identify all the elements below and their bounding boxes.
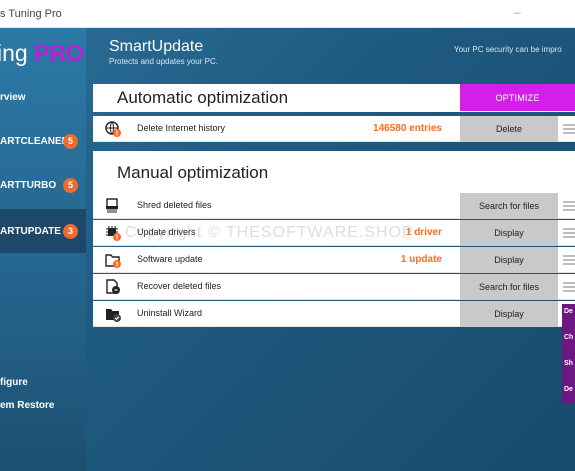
row-menu-icon[interactable] bbox=[563, 124, 575, 134]
section-title: Automatic optimization bbox=[117, 88, 289, 107]
sidebar-item-smartcleaner[interactable]: ARTCLEANER 5 bbox=[0, 119, 86, 163]
display-button[interactable]: Display bbox=[460, 247, 558, 273]
shredder-icon bbox=[106, 198, 118, 213]
security-status-text: Your PC security can be impro bbox=[454, 45, 562, 54]
notification-badge: 5 bbox=[63, 177, 78, 193]
chip-icon bbox=[106, 226, 121, 241]
watermark: Copyright © THESOFTWARE.SHOP bbox=[125, 224, 414, 241]
page-title: SmartUpdate bbox=[109, 38, 204, 55]
row-name: Uninstall Wizard bbox=[137, 308, 203, 318]
uninstall-icon bbox=[106, 309, 121, 322]
sidebar-item-label: rview bbox=[0, 91, 26, 103]
display-button[interactable]: Display bbox=[460, 220, 558, 246]
context-menu-panel: De Ch Sh De bbox=[562, 304, 575, 404]
optimize-button[interactable]: OPTIMIZE bbox=[460, 84, 575, 111]
section-title: Manual optimization bbox=[117, 163, 269, 182]
delete-button[interactable]: Delete bbox=[460, 116, 558, 142]
row-name: Shred deleted files bbox=[137, 200, 212, 210]
folder-icon bbox=[105, 254, 121, 268]
logo-pro: PRO bbox=[34, 40, 84, 66]
row-count: 146580 entries bbox=[373, 123, 442, 134]
globe-icon bbox=[105, 121, 121, 137]
row-menu-icon[interactable] bbox=[563, 282, 575, 292]
sidebar-item-label: ARTTURBO bbox=[0, 179, 57, 191]
sidebar-item-label: ARTUPDATE bbox=[0, 225, 61, 237]
row-menu-icon[interactable] bbox=[563, 201, 575, 211]
row-menu-icon[interactable] bbox=[563, 228, 575, 238]
title-bar: s Tuning Pro – bbox=[0, 0, 575, 28]
optimization-row-software-update: Software update 1 update Display bbox=[93, 247, 575, 273]
row-count: 1 update bbox=[400, 254, 442, 265]
logo-text: ing bbox=[0, 40, 35, 66]
row-name: Software update bbox=[137, 254, 203, 264]
row-name: Delete Internet history bbox=[137, 123, 226, 133]
row-name: Recover deleted files bbox=[137, 281, 222, 291]
app-logo: ing PRO bbox=[0, 40, 84, 67]
search-for-files-button[interactable]: Search for files bbox=[460, 274, 558, 300]
sidebar: ing PRO rview ARTCLEANER 5 ARTTURBO 5 AR… bbox=[0, 28, 86, 471]
manual-optimization-header: Manual optimization bbox=[93, 151, 575, 193]
row-menu-icon[interactable] bbox=[563, 255, 575, 265]
optimization-row-internet-history: Delete Internet history 146580 entries D… bbox=[93, 116, 575, 142]
minimize-button[interactable]: – bbox=[514, 5, 521, 19]
sidebar-item-smartturbo[interactable]: ARTTURBO 5 bbox=[0, 163, 86, 207]
page-subtitle: Protects and updates your PC. bbox=[109, 57, 218, 66]
optimization-row-uninstall: Uninstall Wizard Display bbox=[93, 301, 575, 327]
recover-icon bbox=[106, 279, 120, 294]
optimization-row-shred: Shred deleted files Search for files bbox=[93, 193, 575, 219]
optimization-row-recover: Recover deleted files Search for files bbox=[93, 274, 575, 300]
search-for-files-button[interactable]: Search for files bbox=[460, 193, 558, 219]
notification-badge: 3 bbox=[63, 223, 78, 239]
window-title: s Tuning Pro bbox=[0, 8, 62, 20]
display-button[interactable]: Display bbox=[460, 301, 558, 327]
sidebar-item-configure[interactable]: figure bbox=[0, 377, 28, 388]
context-menu-item[interactable]: De bbox=[564, 386, 573, 393]
sidebar-item-label: ARTCLEANER bbox=[0, 135, 69, 147]
context-menu-item[interactable]: Sh bbox=[564, 360, 573, 367]
automatic-optimization-header: Automatic optimization OPTIMIZE bbox=[93, 84, 575, 112]
sidebar-item-overview[interactable]: rview bbox=[0, 75, 86, 119]
sidebar-item-smartupdate[interactable]: ARTUPDATE 3 bbox=[0, 209, 86, 253]
context-menu-item[interactable]: De bbox=[564, 308, 573, 315]
sidebar-item-system-restore[interactable]: em Restore bbox=[0, 400, 54, 411]
context-menu-item[interactable]: Ch bbox=[564, 334, 573, 341]
notification-badge: 5 bbox=[63, 133, 78, 149]
